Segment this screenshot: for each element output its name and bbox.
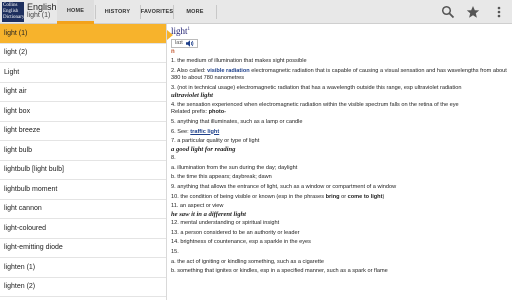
phrase: come to light: [347, 193, 383, 200]
definition-text: 6. See:: [171, 128, 189, 135]
homograph-number: 1: [187, 27, 191, 32]
word-list-item[interactable]: lighten (2): [0, 278, 166, 297]
definition: 3. (not in technical usage) electromagne…: [171, 84, 462, 91]
overflow-menu-icon[interactable]: [492, 5, 506, 19]
current-entry-subtitle: light (1): [27, 12, 51, 19]
sub-definition: b. something that ignites or kindles, es…: [171, 268, 388, 275]
related-prefix: Related prefix: photo-: [171, 109, 508, 117]
word-list-item[interactable]: light (2): [0, 44, 166, 63]
usage-example: a good light for reading: [171, 145, 236, 153]
definition-text: 2. Also called:: [171, 67, 206, 74]
headword-text: light: [171, 26, 188, 36]
definition: 7. a particular quality or type of light: [171, 138, 260, 145]
app-title: English: [27, 2, 57, 12]
word-list: light (1) light (2) Light light air ligh…: [0, 24, 167, 300]
word-list-item[interactable]: lightbulb [light bulb]: [0, 161, 166, 180]
word-list-item[interactable]: light-coloured: [0, 219, 166, 239]
speaker-icon: [185, 39, 194, 47]
tab-divider: [216, 5, 217, 19]
word-list-item[interactable]: light breeze: [0, 122, 166, 141]
word-list-item[interactable]: light air: [0, 83, 166, 102]
word-list-item-selected[interactable]: light (1): [0, 24, 166, 44]
part-of-speech: n: [171, 49, 175, 55]
search-icon[interactable]: [441, 5, 455, 19]
phrase: bring: [325, 193, 340, 200]
logo-line: Dictionary: [3, 15, 24, 20]
definition: 12. mental understanding or spiritual in…: [171, 220, 280, 227]
collins-logo: Collins English Dictionary: [2, 2, 24, 22]
definition: 11. an aspect or view: [171, 203, 224, 210]
definition-text: or: [341, 193, 347, 200]
related-prefix-label: Related prefix:: [171, 109, 208, 116]
tab-favorites[interactable]: FAVORITES: [141, 0, 173, 24]
tab-more[interactable]: MORE: [174, 0, 216, 24]
star-icon[interactable]: [466, 5, 480, 19]
definition: 1. the medium of illumination that makes…: [171, 58, 307, 64]
word-list-item[interactable]: light cannon: [0, 200, 166, 219]
headword: light1: [171, 26, 508, 36]
definition: 9. anything that allows the entrance of …: [171, 183, 397, 190]
sub-definition: b. the time this appears; daybreak; dawn: [171, 174, 272, 181]
tab-history[interactable]: HISTORY: [96, 0, 139, 24]
word-list-item[interactable]: light box: [0, 102, 166, 122]
definition: 13. a person considered to be an authori…: [171, 229, 300, 236]
usage-example: he saw it in a different light: [171, 210, 246, 218]
definition: 6. See: traffic light: [171, 129, 508, 137]
definition-text: 10. the condition of being visible or kn…: [171, 193, 324, 200]
definition: 15.: [171, 248, 179, 255]
definition: 5. anything that illuminates, such as a …: [171, 118, 303, 125]
related-prefix-value: photo-: [208, 109, 227, 116]
word-list-item[interactable]: lighten (1): [0, 258, 166, 278]
top-app-bar: Collins English Dictionary English light…: [0, 0, 512, 24]
word-list-item[interactable]: light bulb: [0, 141, 166, 161]
cross-reference-link[interactable]: traffic light: [190, 129, 219, 135]
definition: 4. the sensation experienced when electr…: [171, 101, 459, 108]
word-list-item[interactable]: lightbulb moment: [0, 180, 166, 200]
usage-example: ultraviolet light: [171, 92, 213, 100]
variant-link[interactable]: visible radiation: [207, 68, 250, 74]
tab-home[interactable]: HOME: [57, 0, 94, 24]
sub-definition: a. illumination from the sun during the …: [171, 164, 298, 171]
definition: 10. the condition of being visible or kn…: [171, 194, 508, 202]
entry-panel: light1 laɪt n 1. the medium of illuminat…: [171, 24, 508, 300]
definition: 2. Also called: visible radiation electr…: [171, 68, 508, 83]
pronunciation-text: laɪt: [175, 40, 183, 46]
pronunciation-row: laɪt: [171, 37, 508, 49]
definition-text: ): [382, 193, 385, 200]
definition: 8.: [171, 155, 176, 162]
sub-definition: a. the act of igniting or kindling somet…: [171, 258, 324, 265]
word-list-item[interactable]: Light: [0, 63, 166, 83]
word-list-item[interactable]: light-emitting diode: [0, 239, 166, 258]
pronunciation-button[interactable]: laɪt: [171, 38, 198, 48]
definition: 14. brightness of countenance, esp a spa…: [171, 239, 311, 246]
